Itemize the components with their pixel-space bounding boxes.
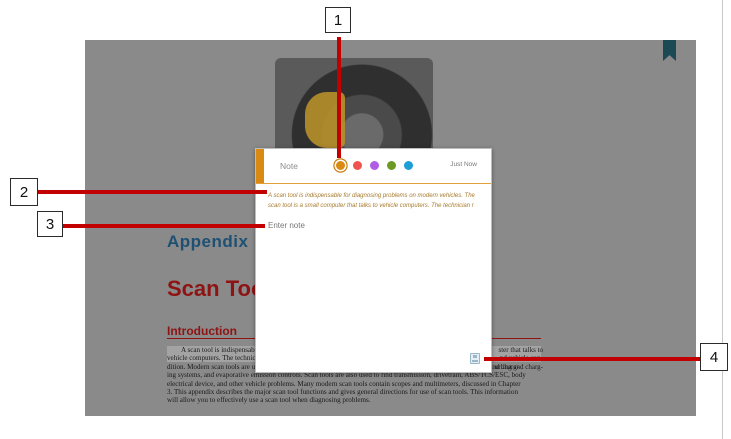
callout-line-4 — [484, 357, 700, 361]
color-option-blue[interactable] — [404, 161, 413, 170]
quote-line: scan tool is a small computer that talks… — [268, 203, 474, 209]
callout-3: 3 — [37, 211, 63, 237]
note-popup: Note Just Now A scan tool is indispensab… — [255, 148, 492, 373]
intro-line: will allow you to effectively use a scan… — [167, 396, 371, 405]
color-option-red[interactable] — [353, 161, 362, 170]
callout-1: 1 — [325, 7, 351, 33]
save-icon[interactable] — [470, 353, 480, 364]
note-quoted-text: A scan tool is indispensable for diagnos… — [268, 191, 482, 211]
page-edge-rule — [722, 0, 723, 439]
callout-line-3 — [62, 224, 265, 228]
appendix-heading: Appendix — [167, 232, 249, 251]
color-option-green[interactable] — [387, 161, 396, 170]
callout-2: 2 — [10, 178, 38, 206]
note-input[interactable] — [268, 217, 478, 233]
edge-line: urling and charg- — [494, 362, 543, 371]
intro-line: electrical device, and other vehicle pro… — [167, 379, 521, 388]
quote-line: A scan tool is indispensable for diagnos… — [268, 193, 475, 199]
introduction-heading: Introduction — [167, 324, 237, 338]
note-header: Note Just Now — [256, 149, 491, 184]
color-option-purple[interactable] — [370, 161, 379, 170]
note-title: Note — [280, 161, 298, 171]
bookmark-icon[interactable] — [663, 40, 676, 61]
callout-line-2 — [38, 190, 267, 194]
callout-line-1 — [337, 37, 341, 158]
callout-4: 4 — [700, 343, 728, 371]
note-accent-bar — [256, 149, 264, 183]
note-timestamp: Just Now — [450, 161, 477, 168]
color-option-orange[interactable] — [336, 161, 345, 170]
intro-line: 3. This appendix describes the major sca… — [167, 388, 518, 397]
edge-line: ster that talks to — [498, 346, 543, 354]
